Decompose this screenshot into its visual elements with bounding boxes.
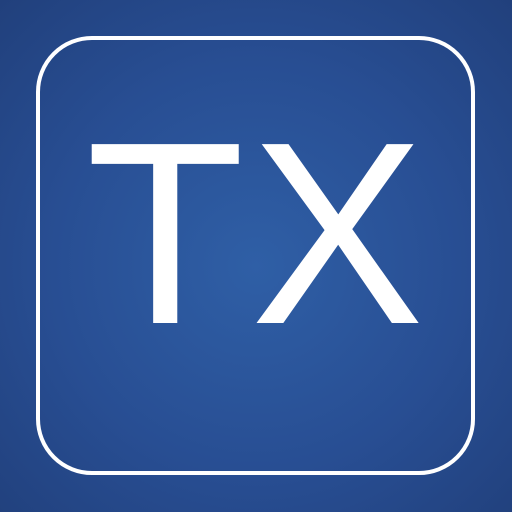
app-icon: TX — [0, 0, 512, 512]
icon-label: TX — [85, 89, 431, 379]
